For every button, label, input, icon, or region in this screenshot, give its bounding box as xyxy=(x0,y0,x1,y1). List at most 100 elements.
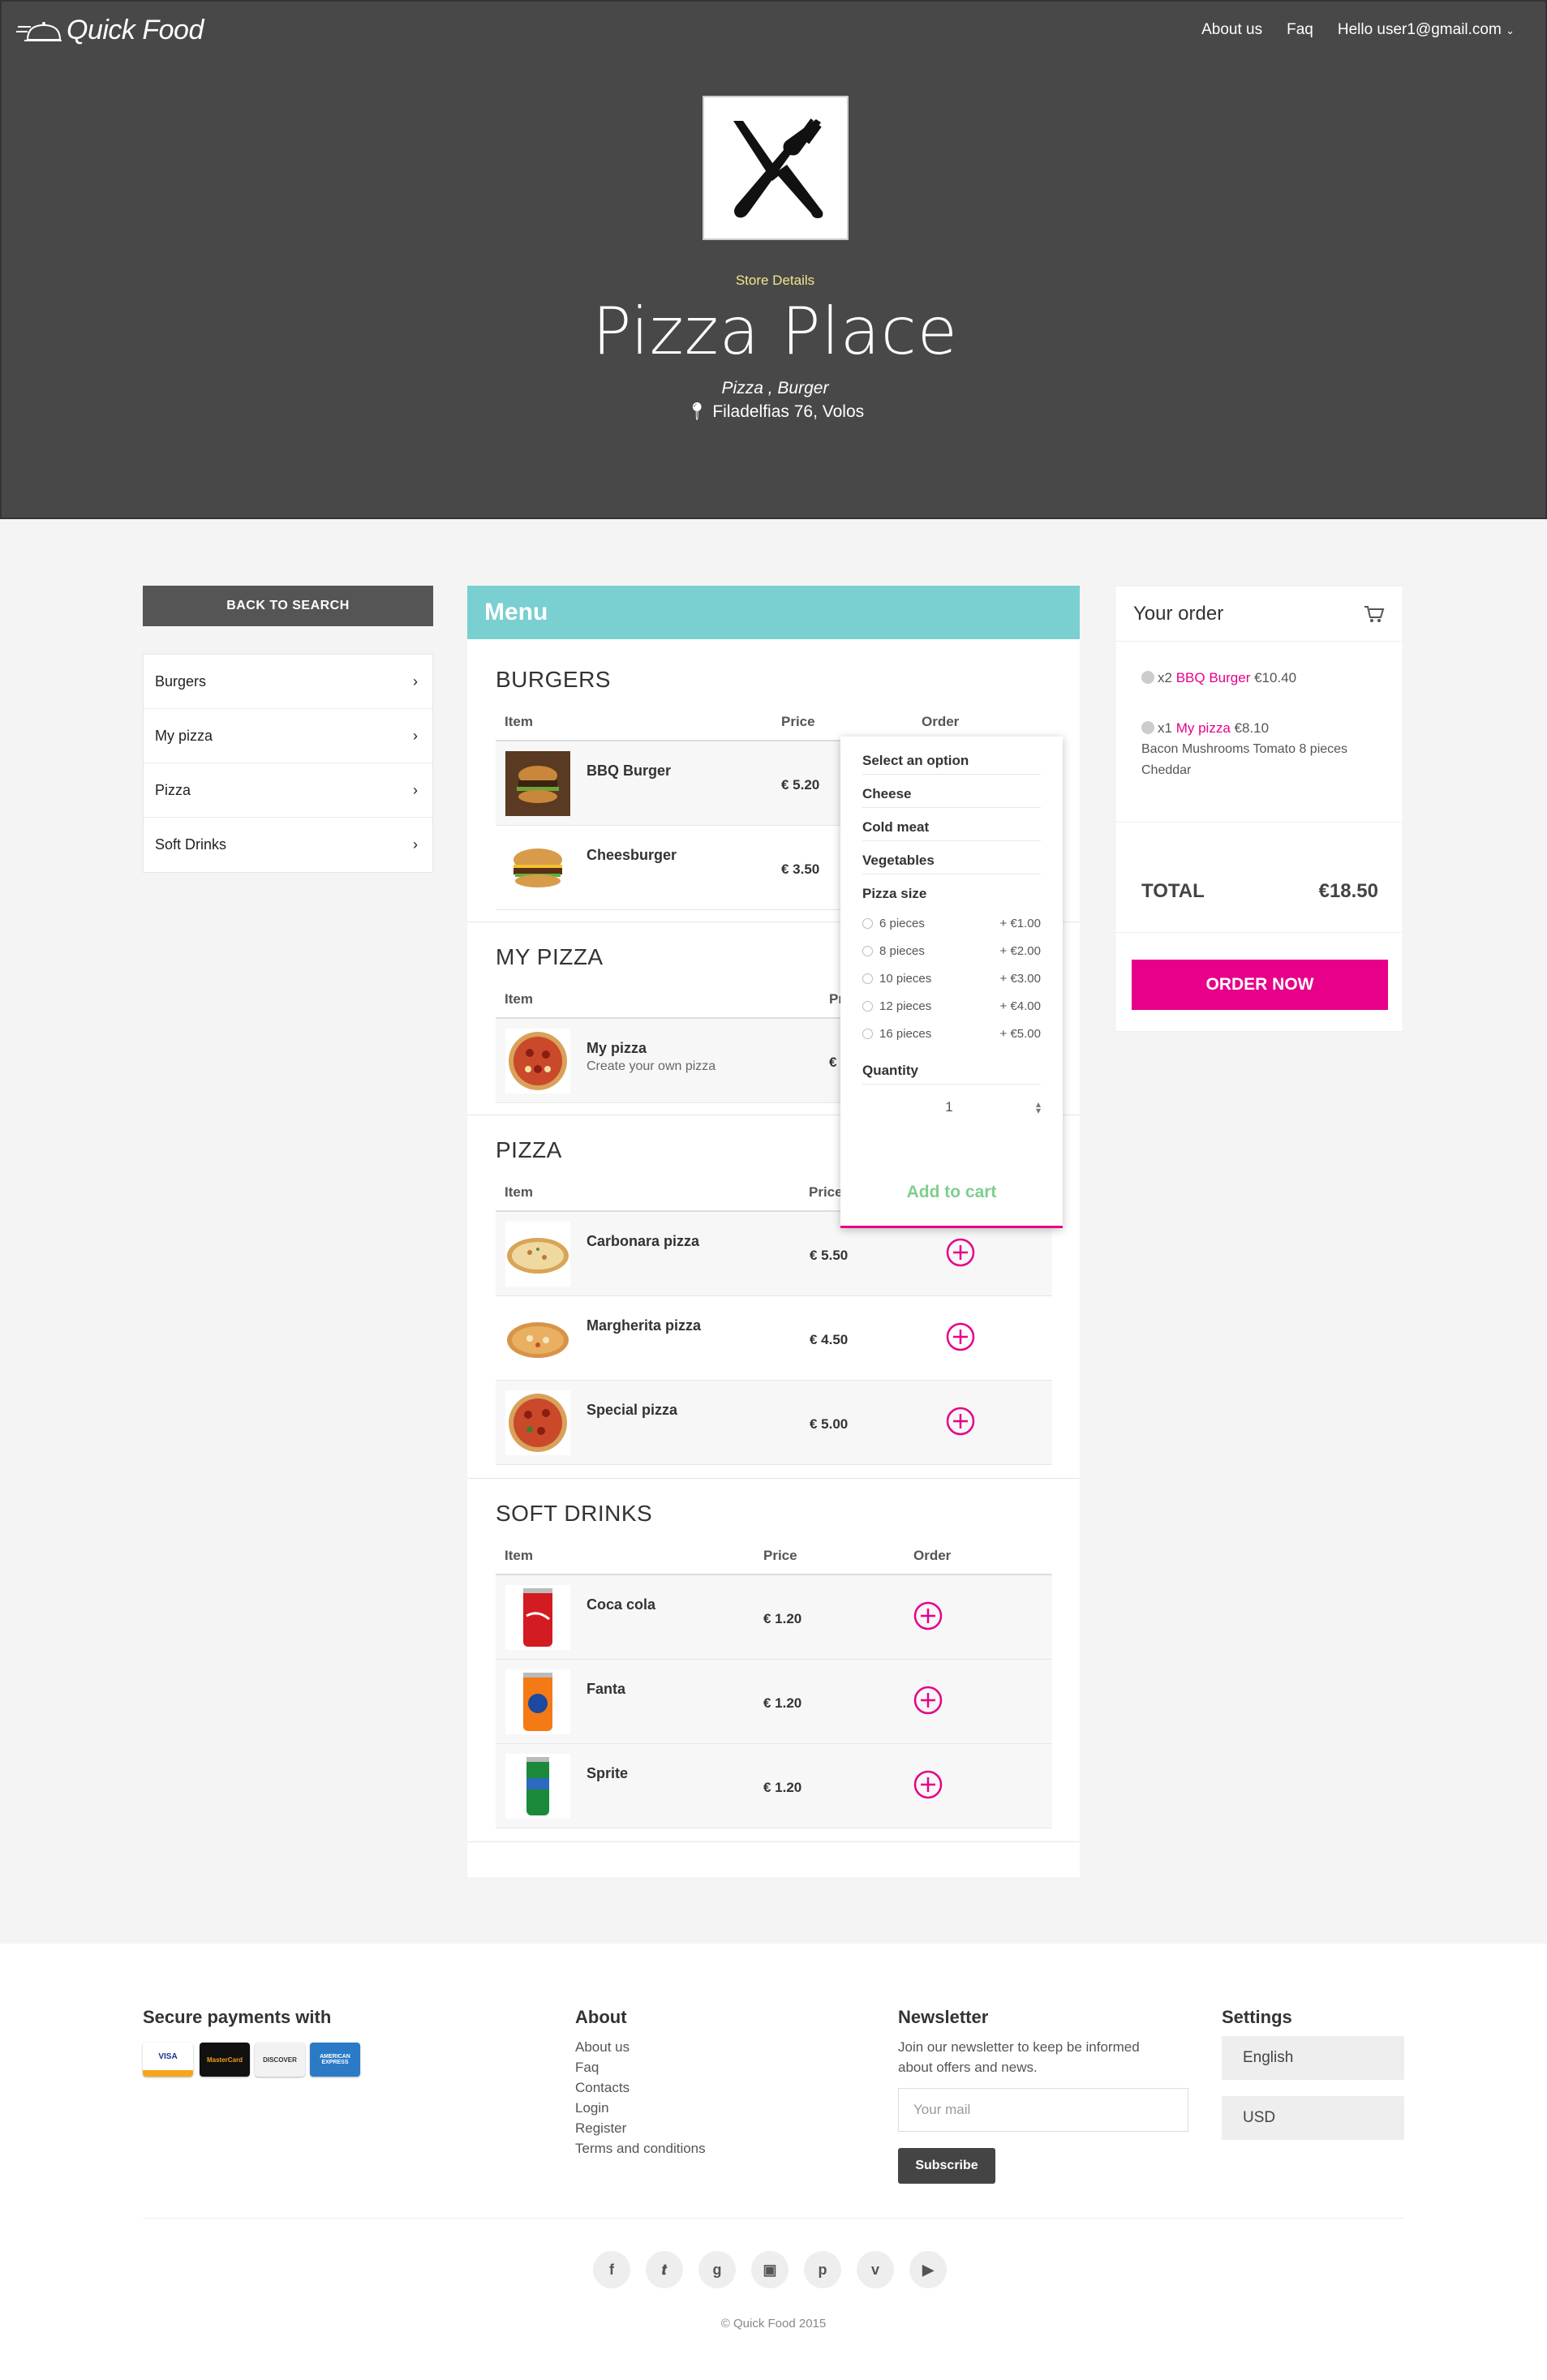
instagram-icon[interactable]: ▣ xyxy=(751,2251,789,2288)
brand-name: Quick Food xyxy=(67,15,204,45)
order-total: TOTAL €18.50 xyxy=(1141,880,1378,903)
facebook-icon[interactable]: f xyxy=(593,2251,630,2288)
stepper-arrows-icon[interactable]: ▴ ▾ xyxy=(1036,1099,1041,1115)
store-name: Pizza Place xyxy=(592,294,958,369)
col-price: Price xyxy=(809,1184,843,1200)
discover-card-icon: DISCOVER xyxy=(255,2043,305,2077)
nav-about-link[interactable]: About us xyxy=(1201,21,1262,39)
chevron-right-icon: › xyxy=(413,727,418,744)
item-name: Coca cola xyxy=(587,1596,656,1613)
option-group-cheese[interactable]: Cheese xyxy=(862,786,1041,808)
newsletter-text: about offers and news. xyxy=(898,2060,1038,2075)
item-name: Margherita pizza xyxy=(587,1317,702,1334)
brand-logo[interactable]: Quick Food xyxy=(16,15,204,46)
size-option[interactable]: 8 pieces + €2.00 xyxy=(862,944,1041,958)
size-option[interactable]: 6 pieces + €1.00 xyxy=(862,917,1041,930)
margherita-pizza-image xyxy=(505,1306,570,1371)
add-item-button[interactable] xyxy=(946,1238,975,1267)
remove-item-icon[interactable] xyxy=(1141,671,1154,684)
amex-card-icon: AMERICAN EXPRESS xyxy=(310,2043,360,2077)
settings-title: Settings xyxy=(1222,2007,1292,2027)
user-menu[interactable]: Hello user1@gmail.com ⌄ xyxy=(1338,21,1515,39)
google-plus-icon[interactable]: g xyxy=(698,2251,736,2288)
section-title-burgers: BURGERS xyxy=(496,667,611,692)
order-panel: Your order x2 BBQ Burger €10.40 x1 My pi… xyxy=(1115,586,1403,1032)
category-item-my-pizza[interactable]: My pizza › xyxy=(144,709,432,763)
quantity-value: 1 xyxy=(945,1099,953,1115)
col-item: Item xyxy=(505,714,533,729)
youtube-icon[interactable]: ▶ xyxy=(909,2251,947,2288)
menu-row: Fanta € 1.20 xyxy=(496,1660,1052,1744)
footer-link-about[interactable]: About us xyxy=(575,2039,630,2056)
menu-row: Coca cola € 1.20 xyxy=(496,1575,1052,1660)
footer-link-login[interactable]: Login xyxy=(575,2100,609,2116)
col-price: Price xyxy=(781,714,815,729)
add-item-button[interactable] xyxy=(913,1601,943,1630)
category-label: My pizza xyxy=(155,727,213,744)
radio-button[interactable] xyxy=(862,1029,873,1039)
col-order: Order xyxy=(913,1548,952,1563)
footer-link-terms[interactable]: Terms and conditions xyxy=(575,2141,706,2157)
order-qty: x1 xyxy=(1158,720,1172,736)
order-item-price: €10.40 xyxy=(1254,670,1297,685)
cart-icon xyxy=(1364,605,1385,622)
order-item-details: Bacon Mushrooms Tomato 8 pieces Cheddar xyxy=(1141,742,1348,777)
language-select[interactable]: English xyxy=(1222,2036,1404,2080)
quantity-stepper[interactable]: 1 ▴ ▾ xyxy=(862,1087,1041,1128)
nav-faq-link[interactable]: Faq xyxy=(1287,21,1313,39)
add-item-button[interactable] xyxy=(913,1686,943,1715)
vimeo-icon[interactable]: v xyxy=(857,2251,894,2288)
visa-card-icon: VISA xyxy=(143,2043,193,2077)
size-option[interactable]: 16 pieces + €5.00 xyxy=(862,1027,1041,1041)
radio-button[interactable] xyxy=(862,946,873,956)
footer-link-faq[interactable]: Faq xyxy=(575,2060,599,2076)
store-logo xyxy=(703,96,849,240)
size-option[interactable]: 12 pieces + €4.00 xyxy=(862,999,1041,1013)
size-label: 6 pieces xyxy=(879,917,925,930)
size-option[interactable]: 10 pieces + €3.00 xyxy=(862,972,1041,986)
back-to-search-button[interactable]: BACK TO SEARCH xyxy=(143,586,433,626)
add-item-button[interactable] xyxy=(913,1770,943,1799)
order-now-button[interactable]: ORDER NOW xyxy=(1132,960,1388,1010)
subscribe-button[interactable]: Subscribe xyxy=(898,2148,995,2184)
menu-row: Special pizza € 5.00 xyxy=(496,1381,1052,1465)
category-item-soft-drinks[interactable]: Soft Drinks › xyxy=(144,818,432,872)
option-group-vegetables[interactable]: Vegetables xyxy=(862,853,1041,874)
order-title: Your order xyxy=(1133,602,1224,625)
radio-button[interactable] xyxy=(862,973,873,984)
add-to-cart-button[interactable]: Add to cart xyxy=(840,1183,1063,1202)
twitter-icon[interactable]: 𝒕 xyxy=(646,2251,683,2288)
size-price: + €4.00 xyxy=(999,999,1041,1013)
category-list: Burgers › My pizza › Pizza › Soft Drinks › xyxy=(143,654,433,873)
cutlery-icon xyxy=(733,118,823,218)
user-greeting: Hello user1@gmail.com xyxy=(1337,21,1502,38)
category-label: Pizza xyxy=(155,781,191,798)
store-header: Quick Food About us Faq Hello user1@gmai… xyxy=(0,0,1547,519)
add-item-button[interactable] xyxy=(946,1322,975,1351)
size-price: + €5.00 xyxy=(999,1027,1041,1041)
category-label: Soft Drinks xyxy=(155,836,227,853)
copyright: © Quick Food 2015 xyxy=(720,2317,827,2331)
option-group-cold-meat[interactable]: Cold meat xyxy=(862,819,1041,841)
chevron-right-icon: › xyxy=(413,672,418,690)
total-value: €18.50 xyxy=(1318,880,1378,902)
carbonara-pizza-image xyxy=(505,1222,570,1287)
category-item-pizza[interactable]: Pizza › xyxy=(144,763,432,818)
item-price: € 1.20 xyxy=(763,1695,802,1711)
menu-row: Sprite € 1.20 xyxy=(496,1744,1052,1828)
footer-link-contacts[interactable]: Contacts xyxy=(575,2080,630,2096)
radio-button[interactable] xyxy=(862,918,873,929)
category-item-burgers[interactable]: Burgers › xyxy=(144,655,432,709)
pizza-size-label: Pizza size xyxy=(862,886,927,901)
order-header: Your order xyxy=(1115,586,1403,642)
add-item-button[interactable] xyxy=(946,1407,975,1436)
newsletter-email-input[interactable]: Your mail xyxy=(898,2088,1188,2132)
section-title-soft-drinks: SOFT DRINKS xyxy=(496,1501,653,1526)
pinterest-icon[interactable]: p xyxy=(804,2251,841,2288)
radio-button[interactable] xyxy=(862,1001,873,1012)
order-item-name: BBQ Burger xyxy=(1175,670,1251,685)
item-price: € 1.20 xyxy=(763,1780,802,1795)
remove-item-icon[interactable] xyxy=(1141,721,1154,734)
currency-select[interactable]: USD xyxy=(1222,2096,1404,2140)
footer-link-register[interactable]: Register xyxy=(575,2120,626,2137)
